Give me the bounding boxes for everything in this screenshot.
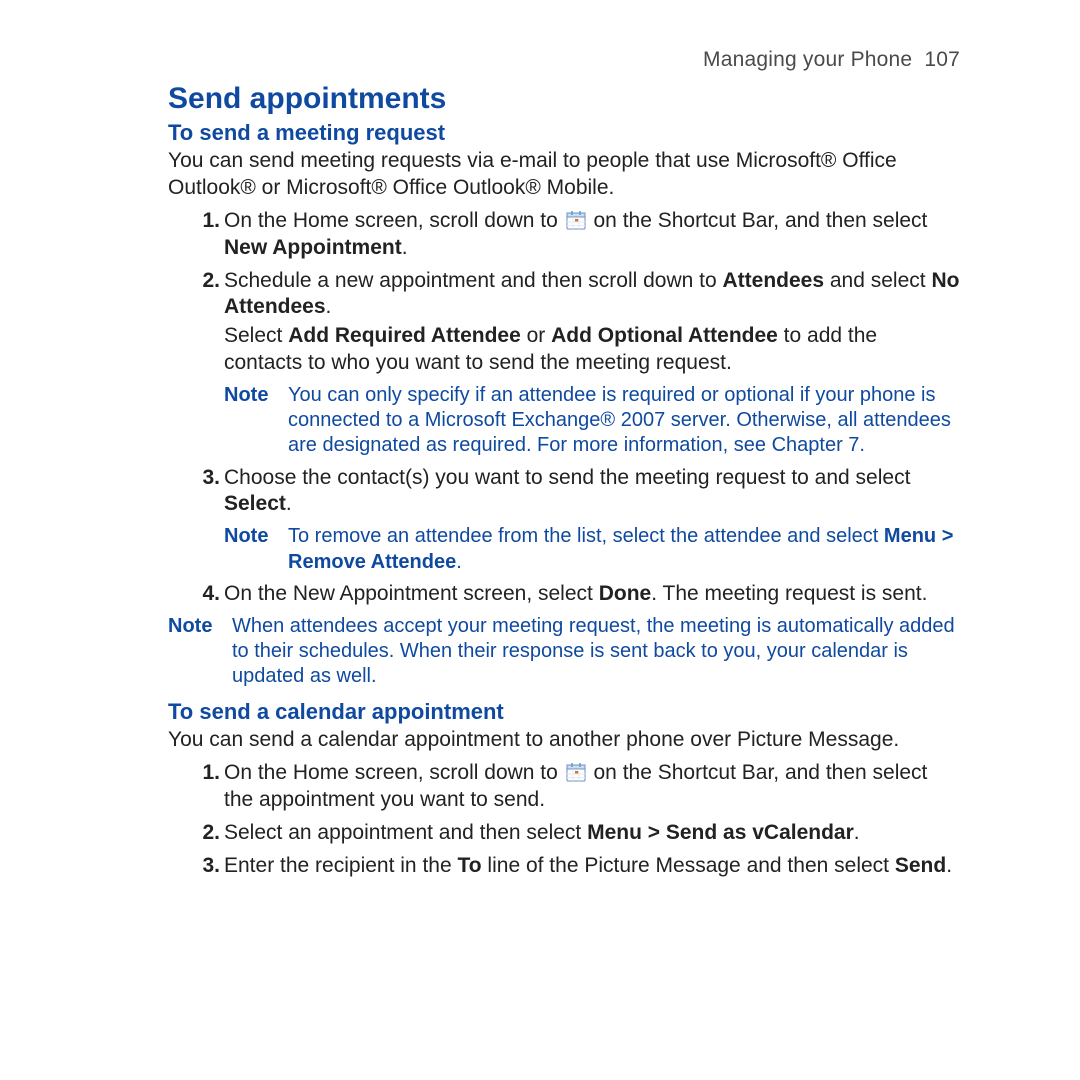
- step-extra-line: Select Add Required Attendee or Add Opti…: [224, 323, 960, 377]
- step-item: 4. On the New Appointment screen, select…: [192, 581, 960, 608]
- step-body: Enter the recipient in the To line of th…: [224, 853, 960, 880]
- step-number: 1.: [192, 760, 220, 787]
- note-attendee-required: Note You can only specify if an attendee…: [224, 383, 960, 459]
- steps-list-meeting-request: 1. On the Home screen, scroll down to: [168, 208, 960, 377]
- calendar-icon: [566, 762, 586, 782]
- note-text: When attendees accept your meeting reque…: [232, 614, 960, 690]
- step-item: 1. On the Home screen, scroll down to: [192, 208, 960, 262]
- note-text: You can only specify if an attendee is r…: [288, 383, 960, 459]
- step-item: 2. Select an appointment and then select…: [192, 820, 960, 847]
- note-attendees-accept: Note When attendees accept your meeting …: [168, 614, 960, 690]
- intro-paragraph: You can send meeting requests via e-mail…: [168, 148, 960, 202]
- note-label: Note: [168, 614, 232, 639]
- calendar-icon: [566, 210, 586, 230]
- running-title: Managing your Phone: [703, 48, 912, 71]
- step-item: 2. Schedule a new appointment and then s…: [192, 268, 960, 378]
- step-body: On the Home screen, scroll down to: [224, 208, 960, 262]
- step-number: 4.: [192, 581, 220, 608]
- step-number: 2.: [192, 820, 220, 847]
- step-item: 1. On the Home screen, scroll down to: [192, 760, 960, 814]
- step-number: 2.: [192, 268, 220, 295]
- step-item: 3. Enter the recipient in the To line of…: [192, 853, 960, 880]
- steps-list-meeting-request-cont2: 4. On the New Appointment screen, select…: [168, 581, 960, 608]
- running-header: Managing your Phone 107: [168, 48, 960, 72]
- subsection-heading-meeting-request: To send a meeting request: [168, 120, 960, 146]
- step-body: Select an appointment and then select Me…: [224, 820, 960, 847]
- note-label: Note: [224, 383, 288, 408]
- step-body: Choose the contact(s) you want to send t…: [224, 465, 960, 519]
- steps-list-calendar-appointment: 1. On the Home screen, scroll down to: [168, 760, 960, 880]
- steps-list-meeting-request-cont: 3. Choose the contact(s) you want to sen…: [168, 465, 960, 519]
- step-number: 1.: [192, 208, 220, 235]
- section-heading: Send appointments: [168, 82, 960, 116]
- page-number: 107: [924, 48, 960, 71]
- step-body: Schedule a new appointment and then scro…: [224, 268, 960, 378]
- step-body: On the New Appointment screen, select Do…: [224, 581, 960, 608]
- step-item: 3. Choose the contact(s) you want to sen…: [192, 465, 960, 519]
- note-label: Note: [224, 524, 288, 549]
- note-remove-attendee: Note To remove an attendee from the list…: [224, 524, 960, 574]
- step-body: On the Home screen, scroll down to: [224, 760, 960, 814]
- document-page: Managing your Phone 107 Send appointment…: [0, 0, 1080, 1080]
- step-number: 3.: [192, 853, 220, 880]
- subsection-heading-calendar-appointment: To send a calendar appointment: [168, 699, 960, 725]
- step-number: 3.: [192, 465, 220, 492]
- note-text: To remove an attendee from the list, sel…: [288, 524, 960, 574]
- intro-paragraph: You can send a calendar appointment to a…: [168, 727, 960, 754]
